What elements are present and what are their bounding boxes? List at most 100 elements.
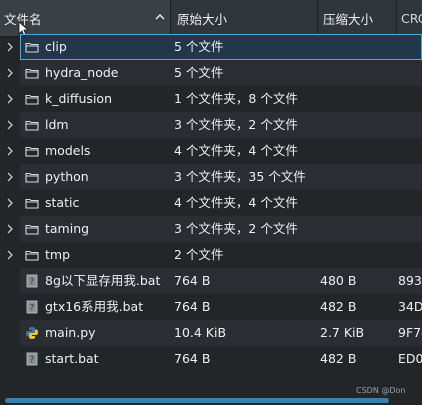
file-row[interactable]: ? gtx16系用我.bat 764 B 482 B 34D [0, 294, 422, 320]
file-row[interactable]: clip 5 个文件 [0, 34, 422, 60]
file-row[interactable]: static 4 个文件夹，4 个文件 [0, 190, 422, 216]
crc-value [398, 34, 422, 60]
file-row[interactable]: k_diffusion 1 个文件夹，8 个文件 [0, 86, 422, 112]
compressed-size: 480 B [320, 273, 357, 288]
compressed-size: 482 B [320, 351, 357, 366]
original-size: 1 个文件夹，8 个文件 [174, 91, 298, 106]
original-size: 764 B [174, 299, 211, 314]
sort-ascending-icon[interactable] [154, 11, 166, 23]
file-row[interactable]: taming 3 个文件夹，2 个文件 [0, 216, 422, 242]
crc-value [398, 112, 422, 138]
crc-value [398, 164, 422, 190]
watermark-text: CSDN @Don [356, 386, 406, 395]
file-name: gtx16系用我.bat [45, 299, 144, 314]
compressed-size [320, 112, 395, 138]
file-name: python [45, 169, 89, 184]
file-row[interactable]: ? start.bat 764 B 482 B ED0 [0, 346, 422, 372]
expand-chevron-icon[interactable] [6, 197, 14, 209]
folder-icon [25, 196, 39, 210]
file-row[interactable]: tmp 2 个文件 [0, 242, 422, 268]
crc-value [398, 138, 422, 164]
crc-value [398, 190, 422, 216]
file-row[interactable]: models 4 个文件夹，4 个文件 [0, 138, 422, 164]
crc-value [398, 216, 422, 242]
expand-chevron-icon[interactable] [6, 145, 14, 157]
expand-chevron-icon[interactable] [6, 119, 14, 131]
original-size: 3 个文件夹，2 个文件 [174, 221, 298, 236]
crc-value [398, 86, 422, 112]
column-header-original-size[interactable]: 原始大小 [172, 0, 318, 36]
file-row[interactable]: python 3 个文件夹，35 个文件 [0, 164, 422, 190]
file-name: tmp [45, 247, 71, 262]
file-name: ldm [45, 117, 69, 132]
file-row[interactable]: hydra_node 5 个文件 [0, 60, 422, 86]
column-header-bar: 文件名 原始大小 压缩大小 CRC [0, 0, 422, 37]
folder-icon [25, 40, 39, 54]
crc-value [398, 60, 422, 86]
horizontal-scrollbar-thumb[interactable] [5, 398, 389, 403]
svg-text:?: ? [30, 303, 34, 312]
original-size: 764 B [174, 351, 211, 366]
svg-text:?: ? [30, 277, 34, 286]
original-size: 5 个文件 [174, 39, 224, 54]
compressed-size [320, 242, 395, 268]
original-size: 4 个文件夹，4 个文件 [174, 195, 298, 210]
original-size: 4 个文件夹，4 个文件 [174, 143, 298, 158]
compressed-size [320, 60, 395, 86]
crc-value [398, 242, 422, 268]
column-header-compressed-size[interactable]: 压缩大小 [319, 0, 397, 36]
crc-value: ED0 [398, 351, 422, 366]
crc-value: 8938 [398, 273, 422, 288]
expand-chevron-icon[interactable] [6, 223, 14, 235]
compressed-size: 482 B [320, 299, 357, 314]
original-size: 3 个文件夹，35 个文件 [174, 169, 306, 184]
expand-chevron-icon[interactable] [6, 249, 14, 261]
file-name: 8g以下显存用我.bat [45, 273, 161, 288]
folder-icon [25, 66, 39, 80]
expand-chevron-icon[interactable] [6, 41, 14, 53]
compressed-size [320, 164, 395, 190]
compressed-size [320, 86, 395, 112]
file-name: static [45, 195, 80, 210]
file-name: start.bat [45, 351, 99, 366]
unknown-file-icon: ? [25, 300, 39, 314]
original-size: 3 个文件夹，2 个文件 [174, 117, 298, 132]
original-size: 5 个文件 [174, 65, 224, 80]
file-row[interactable]: ? 8g以下显存用我.bat 764 B 480 B 8938 [0, 268, 422, 294]
column-header-crc[interactable]: CRC [398, 0, 422, 36]
folder-icon [25, 92, 39, 106]
folder-icon [25, 222, 39, 236]
file-name: taming [45, 221, 90, 236]
column-header-original-size-label: 原始大小 [177, 11, 228, 27]
column-header-crc-label: CRC [401, 10, 422, 26]
original-size: 764 B [174, 273, 211, 288]
file-row[interactable]: main.py 10.4 KiB 2.7 KiB 9F74 [0, 320, 422, 346]
expand-chevron-icon[interactable] [6, 171, 14, 183]
file-name: main.py [45, 325, 96, 340]
original-size: 10.4 KiB [174, 325, 227, 340]
compressed-size: 2.7 KiB [320, 325, 365, 340]
compressed-size [320, 190, 395, 216]
file-name: models [45, 143, 91, 158]
file-name: k_diffusion [45, 91, 112, 106]
folder-icon [25, 144, 39, 158]
original-size: 2 个文件 [174, 247, 224, 262]
folder-icon [25, 118, 39, 132]
expand-chevron-icon[interactable] [6, 67, 14, 79]
svg-text:?: ? [30, 355, 34, 364]
unknown-file-icon: ? [25, 274, 39, 288]
unknown-file-icon: ? [25, 352, 39, 366]
python-file-icon [25, 326, 39, 340]
file-name: hydra_node [45, 65, 119, 80]
folder-icon [25, 170, 39, 184]
file-name: clip [45, 39, 67, 54]
crc-value: 34D [398, 299, 422, 314]
expand-chevron-icon[interactable] [6, 93, 14, 105]
folder-icon [25, 248, 39, 262]
crc-value: 9F74 [398, 325, 422, 340]
column-header-compressed-size-label: 压缩大小 [323, 11, 374, 27]
compressed-size [320, 138, 395, 164]
file-row[interactable]: ldm 3 个文件夹，2 个文件 [0, 112, 422, 138]
compressed-size [320, 216, 395, 242]
compressed-size [320, 34, 395, 60]
